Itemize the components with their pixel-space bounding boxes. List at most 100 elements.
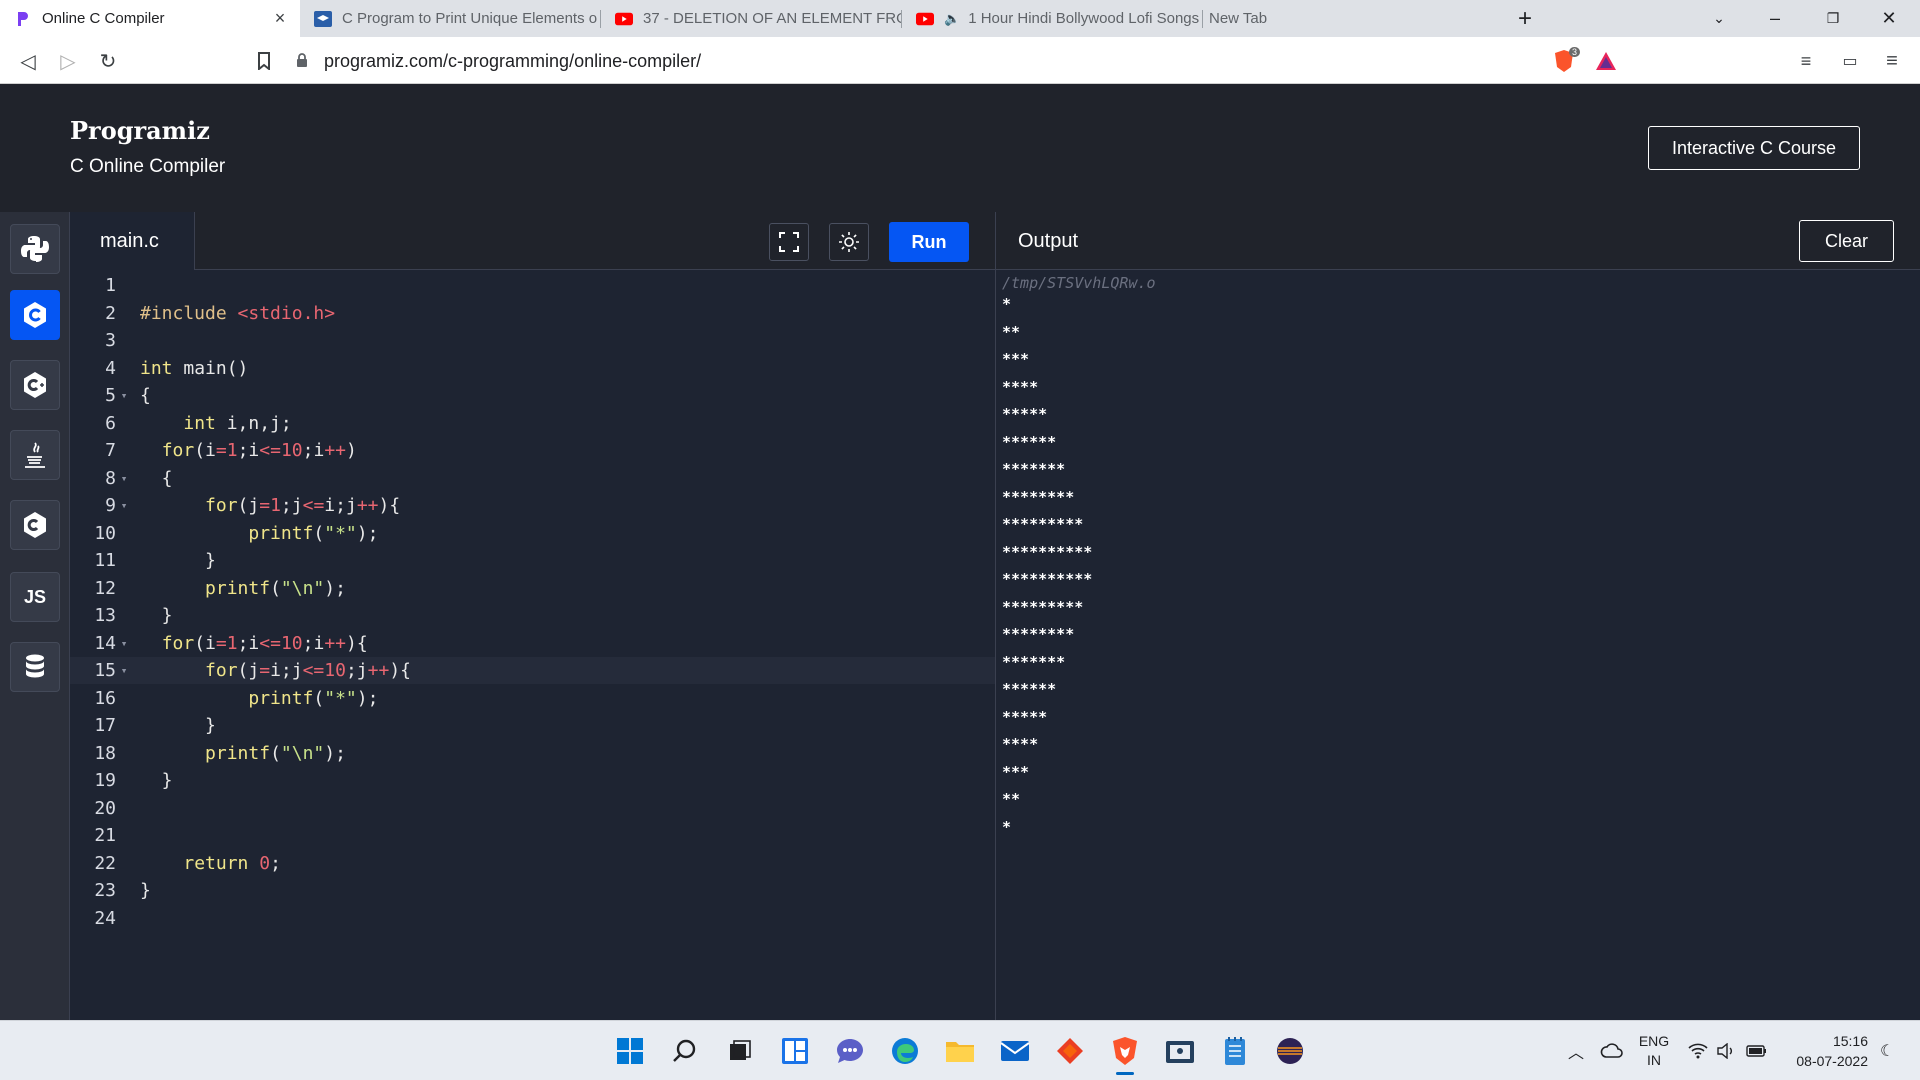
c-icon[interactable]: [10, 290, 60, 340]
brave-rewards-icon[interactable]: [1590, 45, 1622, 77]
forward-icon[interactable]: ▷: [52, 45, 84, 77]
show-hidden-icons-chevron-icon[interactable]: ︿: [1568, 1021, 1584, 1080]
window-close-icon[interactable]: ✕: [1866, 0, 1912, 37]
programiz-logo[interactable]: Programiz: [70, 116, 210, 145]
python-icon[interactable]: [10, 224, 60, 274]
code-text: }: [140, 715, 216, 736]
tab-c-program-unique[interactable]: C Program to Print Unique Elements o: [300, 0, 600, 37]
tab-online-c-compiler[interactable]: Online C Compiler ×: [0, 0, 300, 37]
code-editor[interactable]: 1 2 #include <stdio.h> 3 4 int main() 5 ▾{6 int…: [70, 270, 995, 1020]
sql-icon[interactable]: [10, 642, 60, 692]
java-icon[interactable]: [10, 430, 60, 480]
bookmark-icon[interactable]: [248, 45, 280, 77]
playlist-icon[interactable]: ≡: [1790, 45, 1822, 77]
code-line[interactable]: 15 ▾ for(j=i;j<=10;j++){: [70, 657, 995, 684]
fold-arrow-icon[interactable]: ▾: [116, 389, 132, 402]
run-button[interactable]: Run: [889, 222, 969, 262]
code-line[interactable]: 22 return 0;: [70, 850, 995, 877]
input-language-indicator[interactable]: ENG IN: [1636, 1021, 1672, 1080]
javascript-icon[interactable]: JS: [10, 572, 60, 622]
new-tab-plus-icon[interactable]: +: [1502, 0, 1548, 37]
wallet-icon[interactable]: ▭: [1834, 45, 1866, 77]
menu-icon[interactable]: ≡: [1876, 45, 1908, 77]
edge-icon[interactable]: [885, 1031, 925, 1071]
code-line[interactable]: 16 printf("*");: [70, 685, 995, 712]
csharp-icon[interactable]: [10, 500, 60, 550]
office-icon[interactable]: [1050, 1031, 1090, 1071]
eclipse-icon[interactable]: [1270, 1031, 1310, 1071]
code-line[interactable]: 20: [70, 795, 995, 822]
code-line[interactable]: 3: [70, 327, 995, 354]
minimize-icon[interactable]: –: [1752, 0, 1798, 37]
code-line[interactable]: 7 for(i=1;i<=10;i++): [70, 437, 995, 464]
interactive-c-course-button[interactable]: Interactive C Course: [1648, 126, 1860, 170]
code-line[interactable]: 4 int main(): [70, 355, 995, 382]
search-icon[interactable]: [665, 1031, 705, 1071]
code-line[interactable]: 6 int i,n,j;: [70, 410, 995, 437]
back-icon[interactable]: ◁: [12, 45, 44, 77]
tab-deletion-element[interactable]: 37 - DELETION OF AN ELEMENT FRON: [601, 0, 901, 37]
clear-button[interactable]: Clear: [1799, 220, 1894, 262]
tab-lofi-songs[interactable]: 🔈 1 Hour Hindi Bollywood Lofi Songs: [902, 0, 1202, 37]
brave-shields-icon[interactable]: 3: [1548, 45, 1580, 77]
code-text: }: [140, 550, 216, 571]
fold-arrow-icon[interactable]: ▾: [116, 664, 132, 677]
code-line[interactable]: 18 printf("\n");: [70, 740, 995, 767]
line-number: 9: [105, 495, 116, 516]
widgets-icon[interactable]: [775, 1031, 815, 1071]
tab-title: Online C Compiler: [42, 10, 165, 27]
file-tab-main-c[interactable]: main.c: [70, 212, 195, 270]
code-line[interactable]: 1: [70, 272, 995, 299]
volume-icon[interactable]: [1716, 1021, 1736, 1080]
tab-new-tab[interactable]: New Tab: [1203, 0, 1503, 37]
output-line: **********: [1002, 570, 1093, 588]
lang-region: IN: [1647, 1052, 1661, 1068]
fold-arrow-icon[interactable]: ▾: [116, 499, 132, 512]
output-line: *****: [1002, 707, 1048, 726]
code-line[interactable]: 14 ▾ for(i=1;i<=10;i++){: [70, 630, 995, 657]
fold-arrow-icon[interactable]: ▾: [116, 637, 132, 650]
code-line[interactable]: 24: [70, 905, 995, 932]
code-line[interactable]: 19 }: [70, 767, 995, 794]
line-number: 10: [94, 522, 116, 544]
windows-start-icon[interactable]: [610, 1031, 650, 1071]
brave-icon[interactable]: [1105, 1031, 1145, 1075]
fold-arrow-icon[interactable]: ▾: [116, 472, 132, 485]
speaker-mute-icon[interactable]: 🔈: [944, 11, 960, 27]
code-line[interactable]: 17 }: [70, 712, 995, 739]
code-line[interactable]: 21: [70, 822, 995, 849]
notepad-icon[interactable]: [1215, 1031, 1255, 1071]
cpp-icon[interactable]: [10, 360, 60, 410]
fullscreen-icon[interactable]: [769, 223, 809, 261]
chat-icon[interactable]: [830, 1031, 870, 1071]
code-line[interactable]: 10 printf("*");: [70, 520, 995, 547]
code-line[interactable]: 12 printf("\n");: [70, 575, 995, 602]
theme-toggle-sun-icon[interactable]: [829, 223, 869, 261]
notifications-icon[interactable]: ☾: [1880, 1021, 1894, 1080]
code-line[interactable]: 11 }: [70, 547, 995, 574]
battery-icon[interactable]: [1746, 1021, 1768, 1080]
mail-icon[interactable]: [995, 1031, 1035, 1071]
code-line[interactable]: 5 ▾ {: [70, 382, 995, 409]
url-field[interactable]: programiz.com/c-programming/online-compi…: [296, 43, 1536, 79]
url-text: programiz.com/c-programming/online-compi…: [324, 50, 702, 71]
code-line[interactable]: 23}: [70, 877, 995, 904]
code-text: return 0;: [183, 852, 281, 874]
tab-search-chevron-icon[interactable]: ⌄: [1696, 0, 1742, 37]
code-line[interactable]: 13 }: [70, 602, 995, 629]
tab-title: 1 Hour Hindi Bollywood Lofi Songs: [968, 10, 1200, 27]
close-tab-icon[interactable]: ×: [270, 8, 290, 29]
task-view-icon[interactable]: [720, 1031, 760, 1071]
wifi-icon[interactable]: [1688, 1021, 1708, 1080]
reload-icon[interactable]: ↻: [92, 45, 124, 77]
lang-code: ENG: [1638, 1033, 1670, 1049]
file-explorer-icon[interactable]: [940, 1031, 980, 1071]
store-icon[interactable]: [1160, 1031, 1200, 1071]
code-line[interactable]: 8 ▾ {: [70, 465, 995, 492]
onedrive-icon[interactable]: [1600, 1021, 1624, 1080]
code-line[interactable]: 9 ▾ for(j=1;j<=i;j++){: [70, 492, 995, 519]
line-number: 7: [105, 440, 116, 461]
clock[interactable]: 15:16 08-07-2022: [1786, 1021, 1868, 1080]
code-line[interactable]: 2 #include <stdio.h>: [70, 300, 995, 327]
restore-icon[interactable]: ❐: [1810, 0, 1856, 37]
